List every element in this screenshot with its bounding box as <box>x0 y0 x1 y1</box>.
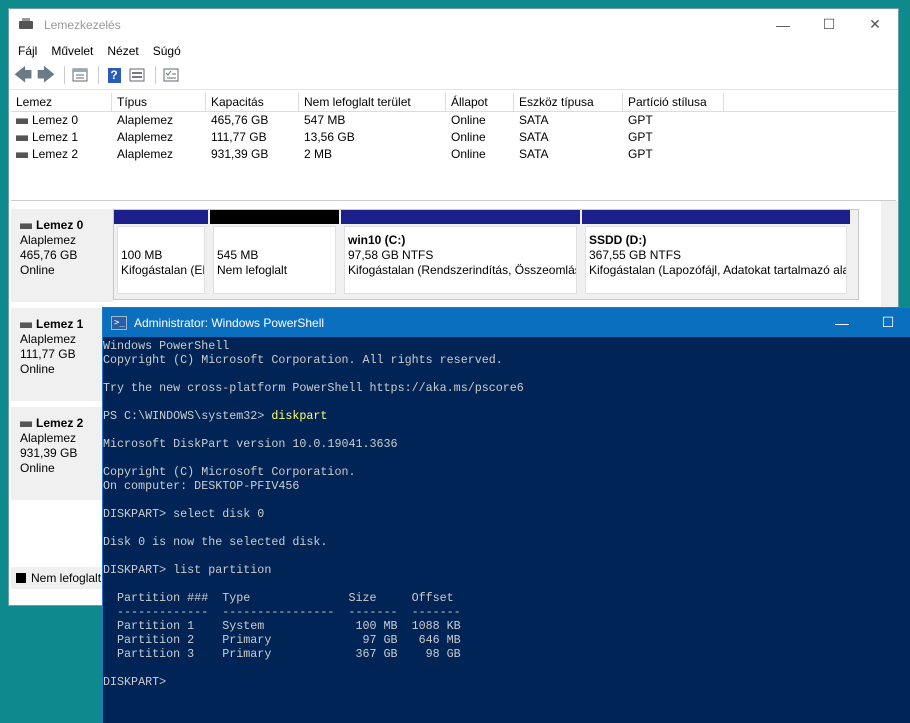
toolbar-separator <box>64 66 65 84</box>
typed-command: diskpart <box>271 409 328 423</box>
cell: SATA <box>519 130 549 144</box>
menu-view[interactable]: Nézet <box>100 44 145 58</box>
volume-d[interactable]: SSDD (D:) 367,55 GB NTFS Kifogástalan (Lap… <box>582 210 852 299</box>
menu-bar: Fájl Művelet Nézet Súgó <box>9 40 898 61</box>
column-header[interactable]: Kapacitás <box>206 93 299 111</box>
disk-icon <box>20 321 32 328</box>
disk-management-icon <box>18 17 34 32</box>
cell: 931,39 GB <box>211 147 269 161</box>
cell: Lemez 0 <box>32 113 79 127</box>
column-header[interactable]: Nem lefoglalt terület <box>299 93 446 111</box>
column-header[interactable]: Partíció stílusa <box>623 93 724 111</box>
volume-c[interactable]: win10 (C:) 97,58 GB NTFS Kifogástalan (Ren… <box>341 210 582 299</box>
view-icon[interactable] <box>127 65 147 85</box>
cell: 465,76 GB <box>211 113 269 127</box>
unallocated-swatch <box>16 573 26 583</box>
cell: Alaplemez <box>117 113 174 127</box>
powershell-title: Administrator: Windows PowerShell <box>134 315 325 330</box>
volume-unallocated[interactable]: 545 MB Nem lefoglalt <box>210 210 341 299</box>
disk-icon <box>20 420 32 427</box>
column-header[interactable]: Lemez <box>11 93 112 111</box>
cell: GPT <box>628 147 653 161</box>
properties-icon[interactable] <box>70 65 90 85</box>
toolbar-separator <box>98 66 99 84</box>
help-icon[interactable]: ? <box>104 65 124 85</box>
minimize-button[interactable]: — <box>760 9 806 40</box>
cell: Lemez 2 <box>32 147 79 161</box>
cell: GPT <box>628 113 653 127</box>
powershell-icon: >_ <box>111 315 127 330</box>
cell: 547 MB <box>304 113 346 127</box>
column-header[interactable]: Típus <box>112 93 206 111</box>
cell: Online <box>451 147 486 161</box>
column-header[interactable]: Állapot <box>446 93 514 111</box>
menu-help[interactable]: Súgó <box>146 44 188 58</box>
menu-file[interactable]: Fájl <box>11 44 44 58</box>
cell: Alaplemez <box>117 147 174 161</box>
column-header[interactable]: Eszköz típusa <box>514 93 623 111</box>
disk-icon <box>20 222 32 229</box>
window-title: Lemezkezelés <box>44 17 121 32</box>
cell: SATA <box>519 113 549 127</box>
disk-0-volumes: 100 MB Kifogástalan (EFI 545 MB Nem lefogl… <box>113 209 859 300</box>
maximize-button[interactable]: ☐ <box>806 9 852 40</box>
disk-1-label[interactable]: Lemez 1 Alaplemez 111,77 GB Online <box>11 308 113 401</box>
powershell-title-bar[interactable]: >_ Administrator: Windows PowerShell — ☐ <box>103 308 910 337</box>
toolbar: 🡄 🡆 ? <box>9 61 898 90</box>
cell: 2 MB <box>304 147 333 161</box>
close-button[interactable]: ✕ <box>852 9 898 40</box>
volume-list: Lemez Típus Kapacitás Nem lefoglalt terü… <box>11 93 896 201</box>
cell: GPT <box>628 130 653 144</box>
ps-maximize-button[interactable]: ☐ <box>865 308 910 337</box>
volume-efi[interactable]: 100 MB Kifogástalan (EFI <box>114 210 210 299</box>
legend: Nem lefoglalt <box>11 567 113 589</box>
disk-icon <box>16 151 28 158</box>
disk-icon <box>16 134 28 141</box>
cell: Lemez 1 <box>32 130 79 144</box>
title-bar[interactable]: Lemezkezelés — ☐ ✕ <box>9 9 898 40</box>
table-row[interactable]: Lemez 1 Alaplemez 111,77 GB 13,56 GB Onl… <box>11 129 896 146</box>
cell: Online <box>451 113 486 127</box>
cell: Online <box>451 130 486 144</box>
table-row[interactable]: Lemez 0 Alaplemez 465,76 GB 547 MB Onlin… <box>11 112 896 129</box>
disk-icon <box>16 117 28 124</box>
cell: 13,56 GB <box>304 130 355 144</box>
back-arrow-icon[interactable]: 🡄 <box>13 65 33 85</box>
menu-action[interactable]: Művelet <box>44 44 100 58</box>
disk-2-label[interactable]: Lemez 2 Alaplemez 931,39 GB Online <box>11 407 113 500</box>
disk-0-label[interactable]: Lemez 0 Alaplemez 465,76 GB Online <box>11 209 113 302</box>
toolbar-separator <box>155 66 156 84</box>
powershell-window[interactable]: >_ Administrator: Windows PowerShell — ☐… <box>102 307 910 723</box>
cell: Alaplemez <box>117 130 174 144</box>
cell: 111,77 GB <box>211 130 267 144</box>
list-header: Lemez Típus Kapacitás Nem lefoglalt terü… <box>11 93 896 112</box>
ps-minimize-button[interactable]: — <box>819 308 865 337</box>
forward-arrow-icon[interactable]: 🡆 <box>36 65 56 85</box>
cell: SATA <box>519 147 549 161</box>
checklist-icon[interactable] <box>161 65 181 85</box>
console-output[interactable]: Windows PowerShell Copyright (C) Microso… <box>103 337 910 689</box>
table-row[interactable]: Lemez 2 Alaplemez 931,39 GB 2 MB Online … <box>11 146 896 163</box>
